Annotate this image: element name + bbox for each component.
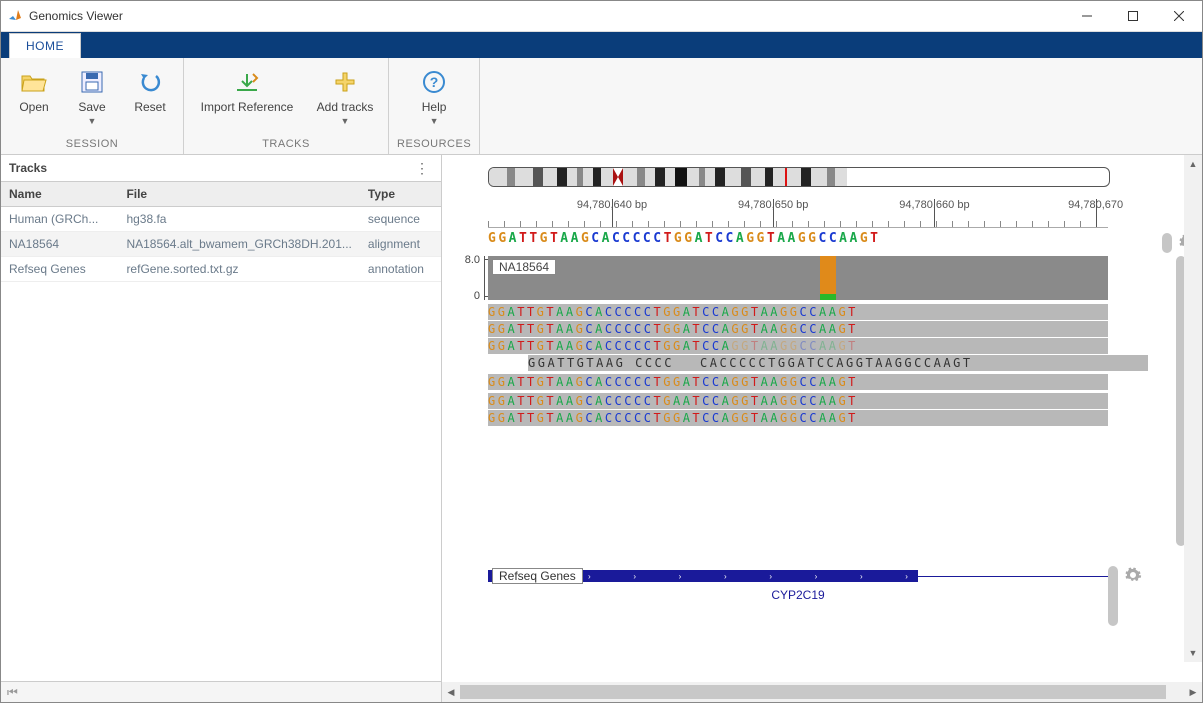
col-header-name[interactable]: Name xyxy=(1,182,118,207)
table-row[interactable]: Refseq GenesrefGene.sorted.txt.gzannotat… xyxy=(1,257,441,282)
gene-name-label: CYP2C19 xyxy=(488,588,1108,602)
horizontal-scrollbar[interactable]: ◀ ▶ xyxy=(442,682,1202,702)
toolstrip-tabs: HOME xyxy=(1,32,1202,58)
refseq-track-scrollbar[interactable] xyxy=(1108,566,1118,626)
col-header-file[interactable]: File xyxy=(118,182,359,207)
ribbon: Open Save ▼ Reset SESSION Import Referen… xyxy=(1,58,1202,155)
refseq-genes-track[interactable]: ›››››››› Refseq Genes CYP2C19 xyxy=(488,566,1108,606)
titlebar: Genomics Viewer xyxy=(1,1,1202,32)
sidebar-footer: ⏮ xyxy=(1,681,441,702)
alignment-read[interactable]: GGATTGTAAGCACCCCCTGAATCCAGGTAAGGCCAAGT xyxy=(488,393,1108,409)
alignment-reads[interactable]: GGATTGTAAGCACCCCCTGGATCCAGGTAAGGCCAAGTGG… xyxy=(488,304,1108,426)
scroll-left-icon[interactable]: ◀ xyxy=(442,682,460,702)
coordinate-ruler[interactable]: 94,780,640 bp94,780,650 bp94,780,660 bp9… xyxy=(488,199,1108,228)
reset-button[interactable]: Reset xyxy=(125,62,175,138)
chevron-down-icon: ▼ xyxy=(341,116,350,126)
alignment-read[interactable]: GGATTGTAAGCACCCCCTGGATCCAGGTAAGGCCAAGT xyxy=(488,338,1108,354)
gear-icon xyxy=(1124,566,1142,584)
help-button[interactable]: ? Help ▼ xyxy=(409,62,459,138)
alignment-read[interactable]: GGATTGTAAGCACCCCCTGGATCCAGGTAAGGCCAAGT xyxy=(488,374,1108,390)
scroll-up-icon[interactable]: ▲ xyxy=(1184,155,1202,173)
chevron-down-icon: ▼ xyxy=(88,116,97,126)
window-title: Genomics Viewer xyxy=(29,9,1064,23)
close-button[interactable] xyxy=(1156,1,1202,31)
alignment-read[interactable]: GGATTGTAAGCACCCCCTGGATCCAGGTAAGGCCAAGT xyxy=(488,304,1108,320)
tracks-table: Name File Type Human (GRCh...hg38.fasequ… xyxy=(1,182,441,282)
chromosome-ideogram[interactable] xyxy=(488,167,1110,187)
col-header-type[interactable]: Type xyxy=(360,182,441,207)
first-page-icon[interactable]: ⏮ xyxy=(7,685,18,700)
plus-icon xyxy=(333,70,357,94)
table-row[interactable]: Human (GRCh...hg38.fasequence xyxy=(1,207,441,232)
svg-text:?: ? xyxy=(430,74,439,90)
vertical-scrollbar[interactable]: ▲ ▼ xyxy=(1184,155,1202,662)
help-icon: ? xyxy=(422,70,446,94)
group-label-resources: RESOURCES xyxy=(397,138,471,152)
alignment-read[interactable]: GGATTGTAAGCACCCCCTGGATCCAGGTAAGGCCAAGT xyxy=(488,321,1108,337)
coverage-track[interactable]: NA18564 xyxy=(488,256,1108,300)
chevron-down-icon: ▼ xyxy=(430,116,439,126)
tab-home[interactable]: HOME xyxy=(9,33,81,58)
tracks-panel-menu[interactable]: ⋮ xyxy=(411,160,433,177)
tracks-panel-title: Tracks xyxy=(9,161,47,175)
minimize-button[interactable] xyxy=(1064,1,1110,31)
save-button[interactable]: Save ▼ xyxy=(67,62,117,138)
add-tracks-button[interactable]: Add tracks ▼ xyxy=(310,62,380,138)
scrollbar-thumb[interactable] xyxy=(460,685,1166,699)
scroll-right-icon[interactable]: ▶ xyxy=(1184,682,1202,702)
sequence-track-scrollbar[interactable] xyxy=(1162,233,1172,253)
refseq-track-settings[interactable] xyxy=(1124,566,1142,587)
undo-icon xyxy=(138,70,162,94)
table-row[interactable]: NA18564NA18564.alt_bwamem_GRCh38DH.201..… xyxy=(1,232,441,257)
alignment-read[interactable]: GGATTGTAAG CCCCCACCCCCTGGATCCAGGTAAGGCCA… xyxy=(528,355,1148,371)
coverage-track-label: NA18564 xyxy=(492,259,556,275)
reference-sequence: GGATTGTAAGCACCCCCTGGATCCAGGTAAGGCCAAGT xyxy=(488,228,1108,248)
folder-open-icon xyxy=(20,70,48,94)
group-label-tracks: TRACKS xyxy=(262,138,310,152)
alignment-read[interactable]: GGATTGTAAGCACCCCCTGGATCCAGGTAAGGCCAAGT xyxy=(488,410,1108,426)
coverage-mismatch-bar xyxy=(820,294,836,300)
save-icon xyxy=(80,70,104,94)
import-reference-button[interactable]: Import Reference xyxy=(192,62,302,138)
refseq-track-label: Refseq Genes xyxy=(492,568,583,584)
import-icon xyxy=(233,70,261,94)
tracks-panel: Tracks ⋮ Name File Type Human (GRCh...hg… xyxy=(1,155,442,702)
scroll-down-icon[interactable]: ▼ xyxy=(1184,644,1202,662)
maximize-button[interactable] xyxy=(1110,1,1156,31)
genome-view: 94,780,640 bp94,780,650 bp94,780,660 bp9… xyxy=(442,155,1202,702)
coverage-yaxis: 8.0 0 xyxy=(448,256,485,300)
group-label-session: SESSION xyxy=(66,138,118,152)
open-button[interactable]: Open xyxy=(9,62,59,138)
matlab-logo-icon xyxy=(7,8,23,24)
